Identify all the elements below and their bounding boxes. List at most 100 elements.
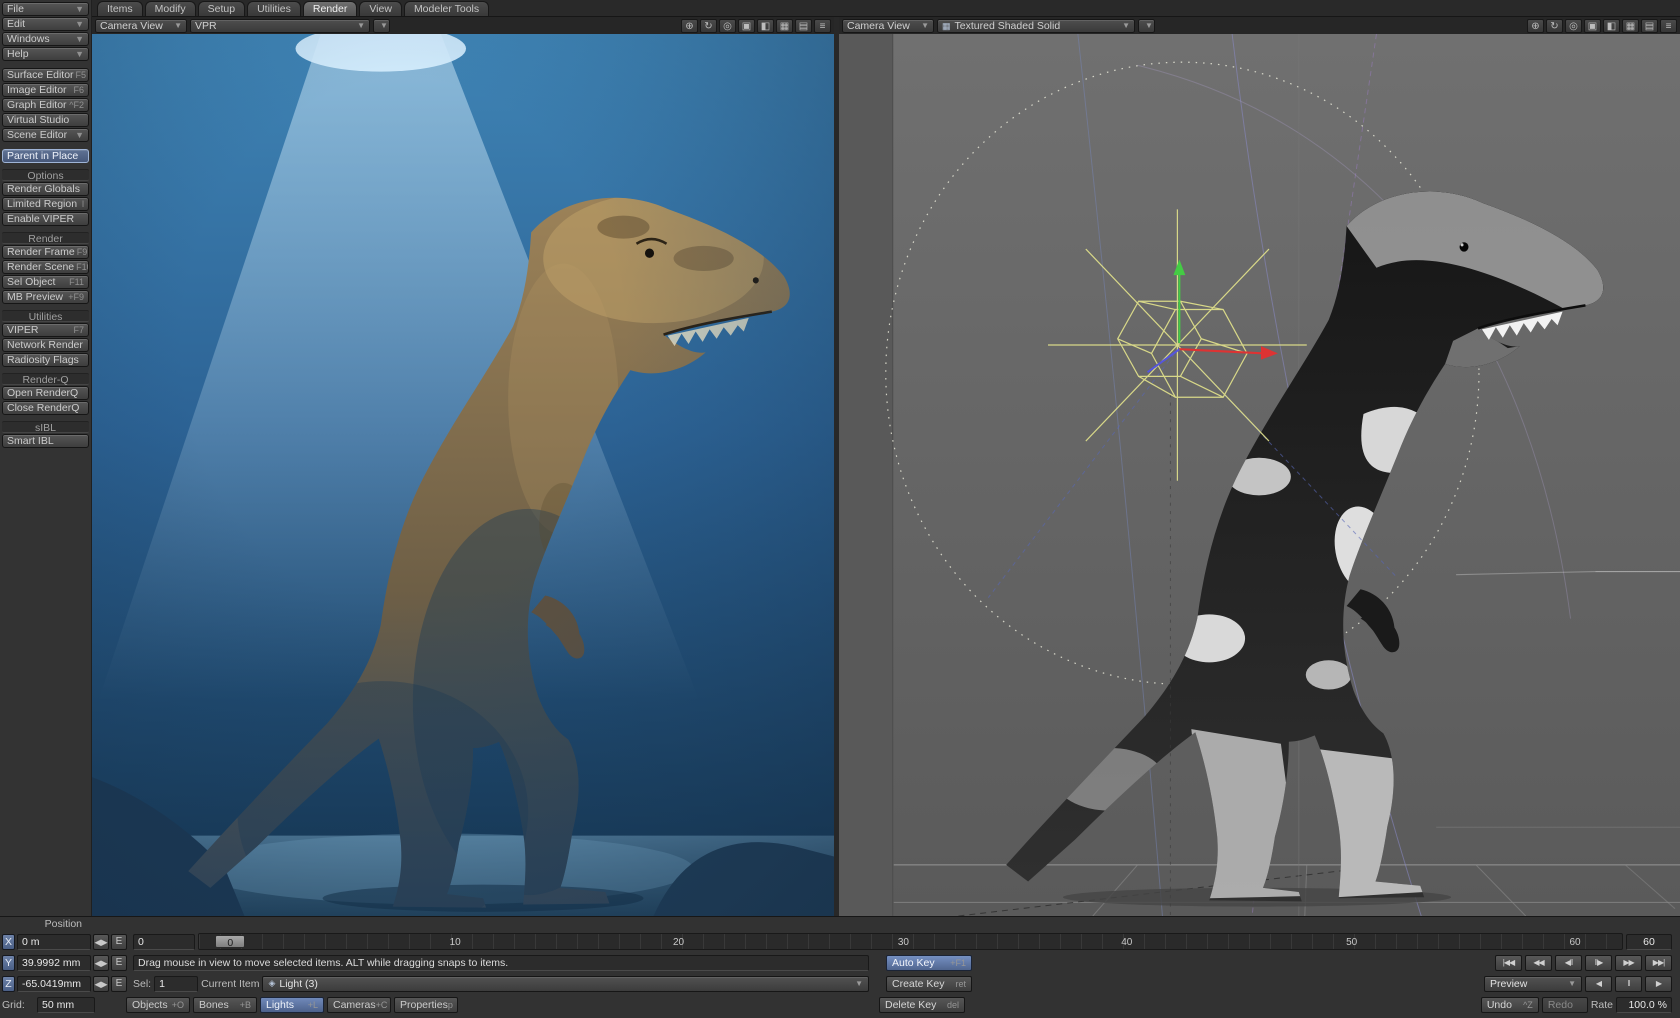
undo-button[interactable]: Undo^Z: [1481, 997, 1539, 1013]
z-axis-tab[interactable]: Z: [2, 976, 15, 992]
step-forward-button[interactable]: ‖▶: [1585, 955, 1612, 971]
render-globals-button[interactable]: Render Globals: [2, 182, 89, 196]
tab-modify[interactable]: Modify: [145, 1, 196, 16]
viper-button[interactable]: VIPERF7: [2, 323, 89, 337]
zoom-icon[interactable]: ◎: [1565, 19, 1582, 33]
mode-lights-button[interactable]: Lights+L: [260, 997, 324, 1013]
x-position-field[interactable]: 0 m: [17, 934, 91, 950]
pan-icon[interactable]: ⊕: [681, 19, 698, 33]
viewport-options-dropdown[interactable]: ▼: [373, 19, 390, 33]
redo-button[interactable]: Redo: [1542, 997, 1588, 1013]
fit-icon[interactable]: ▣: [738, 19, 755, 33]
grid-icon[interactable]: ▦: [776, 19, 793, 33]
render-mode-dropdown[interactable]: VPR▼: [190, 19, 370, 33]
open-renderq-button[interactable]: Open RenderQ: [2, 386, 89, 400]
sel-object-button[interactable]: Sel ObjectF11: [2, 275, 89, 289]
grid-icon[interactable]: ▦: [1622, 19, 1639, 33]
render-mode-dropdown[interactable]: ▦Textured Shaded Solid▼: [937, 19, 1135, 33]
chevron-down-icon: ▼: [921, 21, 929, 30]
delete-key-button[interactable]: Delete Keydel: [879, 997, 965, 1013]
orbit-icon[interactable]: ↻: [1546, 19, 1563, 33]
menu-icon[interactable]: ≡: [814, 19, 831, 33]
y-stepper[interactable]: ◀▶: [93, 955, 109, 971]
position-section-label: Position: [2, 918, 88, 930]
virtual-studio-button[interactable]: Virtual Studio: [2, 113, 89, 127]
edit-mode-row: Grid: 50 mm Objects+O Bones+B Lights+L C…: [2, 994, 1672, 1015]
properties-button[interactable]: Propertiesp: [394, 997, 458, 1013]
render-scene-button[interactable]: Render SceneF10: [2, 260, 89, 274]
menu-file[interactable]: File▼: [2, 2, 89, 16]
z-position-field[interactable]: -65.0419mm: [17, 976, 91, 992]
go-start-button[interactable]: |◀◀: [1495, 955, 1522, 971]
orbit-icon[interactable]: ↻: [700, 19, 717, 33]
scene-editor-button[interactable]: Scene Editor▼: [2, 128, 89, 142]
current-item-dropdown[interactable]: ◈ Light (3) ▼: [262, 976, 869, 992]
pan-icon[interactable]: ⊕: [1527, 19, 1544, 33]
menu-help[interactable]: Help▼: [2, 47, 89, 61]
view-type-dropdown[interactable]: Camera View▼: [842, 19, 934, 33]
y-position-field[interactable]: 39.9992 mm: [17, 955, 91, 971]
limited-region-button[interactable]: Limited Regionl: [2, 197, 89, 211]
fit-icon[interactable]: ▣: [1584, 19, 1601, 33]
mode-objects-button[interactable]: Objects+O: [126, 997, 190, 1013]
x-axis-tab[interactable]: X: [2, 934, 15, 950]
prev-key-button[interactable]: ◀◀: [1525, 955, 1552, 971]
mode-cameras-button[interactable]: Cameras+C: [327, 997, 391, 1013]
timeline-tick: 60: [1569, 935, 1580, 950]
frame-slider-handle[interactable]: 0: [215, 935, 245, 948]
close-renderq-button[interactable]: Close RenderQ: [2, 401, 89, 415]
vpr-render-canvas[interactable]: [92, 34, 834, 916]
parent-in-place-button[interactable]: Parent in Place: [2, 149, 89, 163]
x-envelope-button[interactable]: E: [111, 934, 127, 950]
mb-preview-button[interactable]: MB Preview+F9: [2, 290, 89, 304]
tab-view[interactable]: View: [359, 1, 402, 16]
viewport-opengl: Camera View▼ ▦Textured Shaded Solid▼ ▼ ⊕…: [839, 17, 1680, 916]
render-frame-button[interactable]: Render FrameF9: [2, 245, 89, 259]
timeline-tick: 50: [1346, 935, 1357, 950]
layout-icon[interactable]: ▤: [795, 19, 812, 33]
sel-label: Sel:: [133, 978, 151, 990]
menu-icon[interactable]: ≡: [1660, 19, 1677, 33]
step-back-button[interactable]: ◀‖: [1555, 955, 1582, 971]
layout-icon[interactable]: ▤: [1641, 19, 1658, 33]
next-key-button[interactable]: ▶▶: [1615, 955, 1642, 971]
tab-setup[interactable]: Setup: [198, 1, 245, 16]
view-type-dropdown[interactable]: Camera View▼: [95, 19, 187, 33]
tab-utilities[interactable]: Utilities: [247, 1, 301, 16]
shade-icon[interactable]: ◧: [757, 19, 774, 33]
end-frame-field[interactable]: 60: [1626, 934, 1672, 950]
preview-dropdown[interactable]: Preview▼: [1484, 976, 1582, 992]
menu-windows[interactable]: Windows▼: [2, 32, 89, 46]
y-envelope-button[interactable]: E: [111, 955, 127, 971]
z-envelope-button[interactable]: E: [111, 976, 127, 992]
enable-viper-button[interactable]: Enable VIPER: [2, 212, 89, 226]
opengl-canvas[interactable]: [839, 34, 1680, 916]
image-editor-button[interactable]: Image EditorF6: [2, 83, 89, 97]
viewport-options-dropdown[interactable]: ▼: [1138, 19, 1155, 33]
z-stepper[interactable]: ◀▶: [93, 976, 109, 992]
tab-modeler-tools[interactable]: Modeler Tools: [404, 1, 489, 16]
auto-key-button[interactable]: Auto Key+F1: [886, 955, 972, 971]
preview-play-button[interactable]: ▶: [1645, 976, 1672, 992]
smart-ibl-button[interactable]: Smart IBL: [2, 434, 89, 448]
grid-size-field: 50 mm: [37, 997, 95, 1013]
shade-icon[interactable]: ◧: [1603, 19, 1620, 33]
network-render-button[interactable]: Network Render: [2, 338, 89, 352]
tab-items[interactable]: Items: [97, 1, 143, 16]
preview-pause-button[interactable]: ‖: [1615, 976, 1642, 992]
preview-back-button[interactable]: ◀: [1585, 976, 1612, 992]
surface-editor-button[interactable]: Surface EditorF5: [2, 68, 89, 82]
start-frame-field[interactable]: 0: [133, 934, 195, 950]
tab-render[interactable]: Render: [303, 1, 357, 16]
create-key-button[interactable]: Create Keyret: [886, 976, 972, 992]
radiosity-flags-button[interactable]: Radiosity Flags: [2, 353, 89, 367]
graph-editor-button[interactable]: Graph Editor^F2: [2, 98, 89, 112]
go-end-button[interactable]: ▶▶|: [1645, 955, 1672, 971]
zoom-icon[interactable]: ◎: [719, 19, 736, 33]
menu-edit[interactable]: Edit▼: [2, 17, 89, 31]
mode-bones-button[interactable]: Bones+B: [193, 997, 257, 1013]
x-stepper[interactable]: ◀▶: [93, 934, 109, 950]
y-axis-tab[interactable]: Y: [2, 955, 15, 971]
rate-field[interactable]: 100.0 %: [1616, 997, 1672, 1013]
frame-slider[interactable]: 0 10 20 30 40 50 60 0: [198, 933, 1623, 950]
